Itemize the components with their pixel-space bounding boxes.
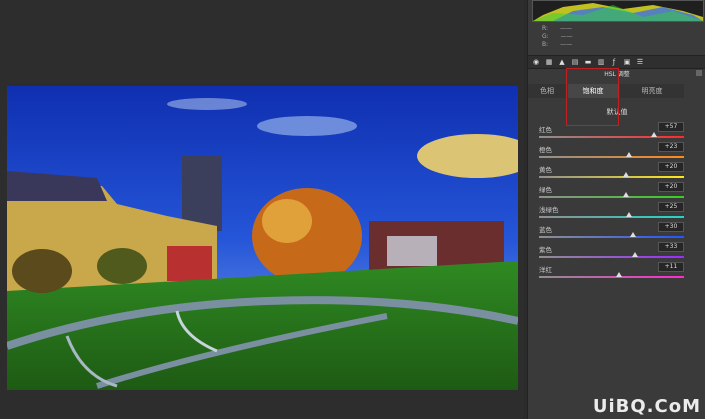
slider-value-input[interactable]: +30	[658, 222, 684, 232]
slider-track[interactable]	[539, 156, 684, 158]
camera-calibration-icon[interactable]: ▣	[623, 58, 631, 66]
slider-value-input[interactable]: +33	[658, 242, 684, 252]
histogram-graph	[533, 3, 703, 21]
slider-aqua[interactable]: 浅绿色 +25	[539, 202, 684, 224]
tone-curve-icon[interactable]: ▦	[545, 58, 553, 66]
slider-label: 橙色	[539, 146, 552, 154]
slider-thumb[interactable]	[630, 232, 637, 237]
slider-label: 绿色	[539, 186, 552, 194]
slider-thumb[interactable]	[625, 212, 632, 217]
rgb-readout-b: B: ——	[542, 41, 572, 48]
slider-label: 洋红	[539, 266, 552, 274]
slider-label: 红色	[539, 126, 552, 134]
rgb-label: R:	[542, 25, 549, 32]
canvas-area	[0, 0, 524, 419]
hsl-icon[interactable]: ▤	[571, 58, 579, 66]
rgb-label: G:	[542, 33, 549, 40]
slider-yellow[interactable]: 黄色 +20	[539, 162, 684, 184]
slider-label: 蓝色	[539, 226, 552, 234]
slider-track[interactable]	[539, 256, 684, 258]
highlight-annotation	[566, 68, 619, 126]
slider-thumb[interactable]	[631, 252, 638, 257]
rgb-value: ——	[560, 33, 573, 40]
lens-icon[interactable]: ▥	[597, 58, 605, 66]
rgb-label: B:	[542, 41, 549, 48]
slider-track[interactable]	[539, 236, 684, 238]
slider-blue[interactable]: 蓝色 +30	[539, 222, 684, 244]
detail-icon[interactable]: ▲	[558, 58, 566, 66]
slider-red[interactable]: 红色 +57	[539, 122, 684, 144]
rgb-value: ——	[560, 41, 573, 48]
presets-icon[interactable]: ☰	[636, 58, 644, 66]
panel-menu-icon[interactable]	[696, 70, 702, 76]
rgb-readout-r: R: ——	[542, 25, 572, 32]
slider-track[interactable]	[539, 196, 684, 198]
panel-toolbar: ◉ ▦ ▲ ▤ ▬ ▥ ƒ ▣ ☰	[528, 55, 705, 69]
watermark-logo: UiBQ.CoM	[592, 396, 701, 417]
rgb-value: ——	[559, 25, 572, 32]
adjustment-panel: R: —— G: —— B: —— ◉ ▦ ▲ ▤ ▬ ▥ ƒ ▣ ☰ HSL …	[527, 0, 705, 419]
fx-icon[interactable]: ƒ	[610, 58, 618, 66]
slider-track[interactable]	[539, 176, 684, 178]
slider-thumb[interactable]	[650, 132, 657, 137]
slider-label: 紫色	[539, 246, 552, 254]
slider-track[interactable]	[539, 276, 684, 278]
tab-hue[interactable]: 色相	[528, 84, 566, 98]
slider-thumb[interactable]	[625, 152, 632, 157]
slider-thumb[interactable]	[615, 272, 622, 277]
slider-value-input[interactable]: +20	[658, 162, 684, 172]
slider-value-input[interactable]: +25	[658, 202, 684, 212]
slider-green[interactable]: 绿色 +20	[539, 182, 684, 204]
slider-thumb[interactable]	[623, 192, 629, 197]
slider-purple[interactable]: 紫色 +33	[539, 242, 684, 264]
slider-value-input[interactable]: +11	[658, 262, 684, 272]
slider-orange[interactable]: 橙色 +23	[539, 142, 684, 164]
oil-painting-photo	[7, 86, 518, 390]
slider-label: 浅绿色	[539, 206, 559, 214]
slider-track[interactable]	[539, 136, 684, 138]
slider-value-input[interactable]: +20	[658, 182, 684, 192]
painted-photo	[7, 86, 518, 390]
slider-value-input[interactable]: +23	[658, 142, 684, 152]
split-tone-icon[interactable]: ▬	[584, 58, 592, 66]
rgb-readout-g: G: ——	[542, 33, 573, 40]
histogram	[532, 0, 704, 22]
slider-track[interactable]	[539, 216, 684, 218]
slider-label: 黄色	[539, 166, 552, 174]
slider-value-input[interactable]: +57	[658, 122, 684, 132]
tab-luminance[interactable]: 明亮度	[620, 84, 684, 98]
slider-magenta[interactable]: 洋红 +11	[539, 262, 684, 284]
slider-thumb[interactable]	[623, 172, 629, 177]
basic-panel-icon[interactable]: ◉	[532, 58, 540, 66]
